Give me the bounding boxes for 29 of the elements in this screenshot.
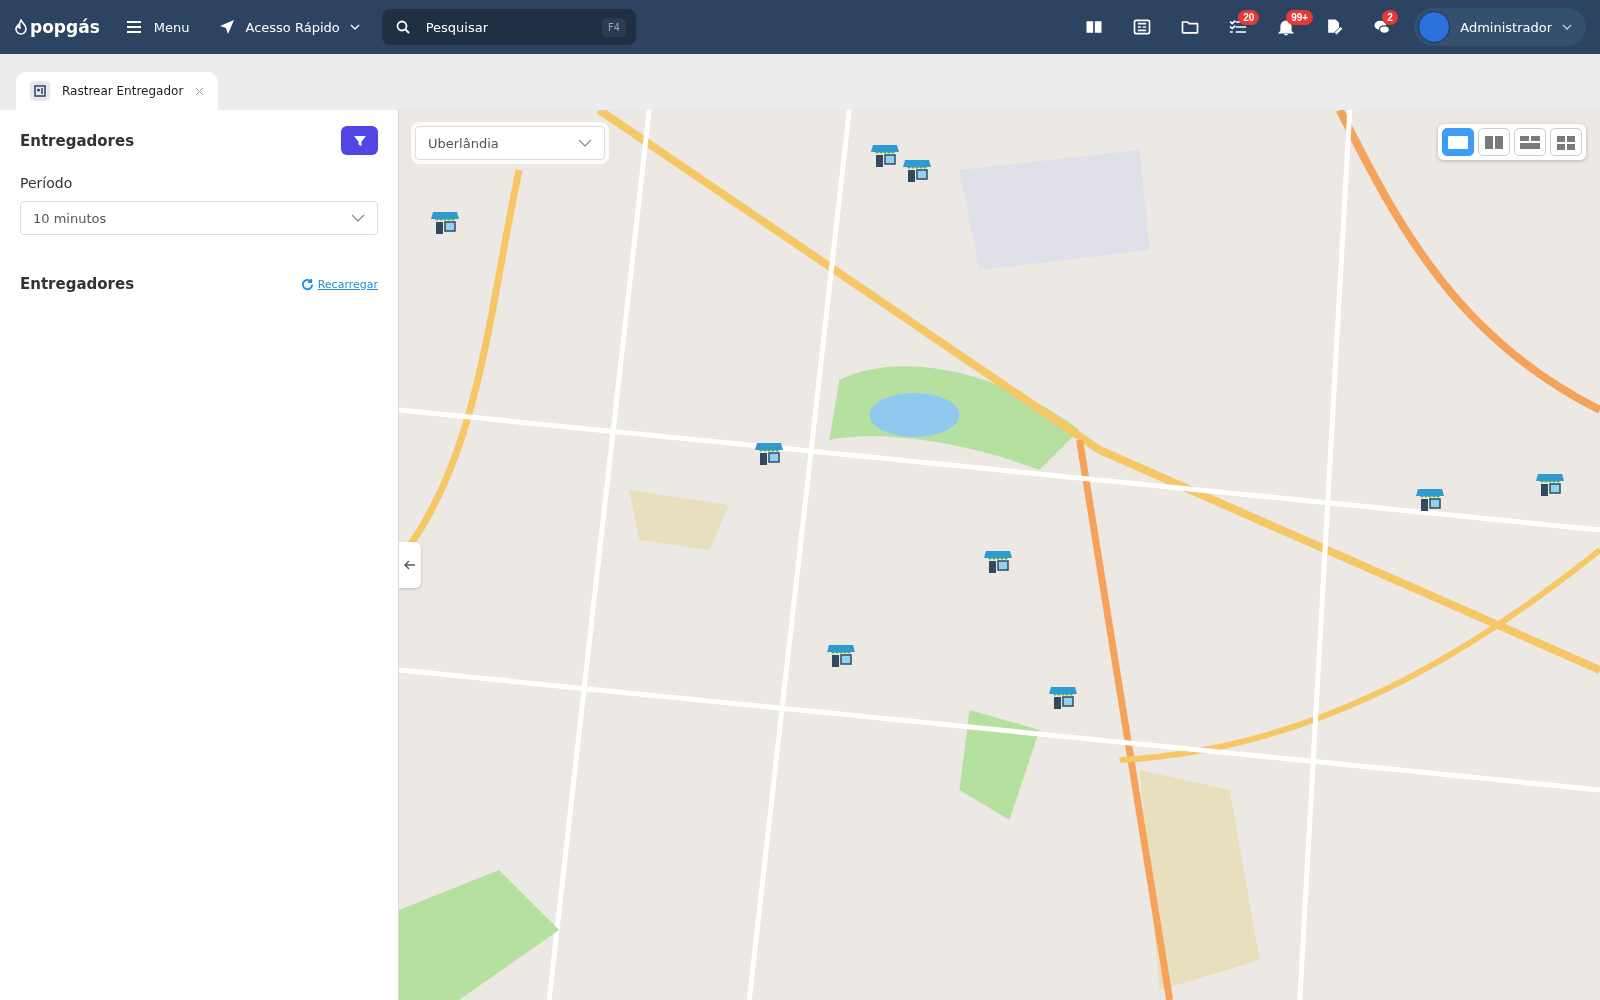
reload-link[interactable]: Recarregar	[300, 277, 378, 291]
filter-button[interactable]	[341, 126, 378, 155]
count-badge: 2	[1382, 10, 1398, 25]
quick-access-button[interactable]: Acesso Rápido	[219, 19, 360, 35]
period-dropdown[interactable]: 10 minutos	[20, 201, 378, 235]
search-field[interactable]: Pesquisar	[423, 18, 588, 36]
flame-icon	[14, 19, 28, 35]
arrow-left-icon[interactable]	[404, 560, 416, 570]
filter-icon[interactable]	[352, 133, 367, 148]
menu-button[interactable]: Menu	[125, 19, 190, 35]
menu-icon[interactable]	[125, 20, 142, 34]
reload-icon[interactable]	[300, 277, 314, 291]
brand-logo: popgás	[30, 17, 100, 37]
news-icon[interactable]	[1132, 17, 1153, 37]
chevron-icon[interactable]	[1562, 24, 1572, 30]
search-icon[interactable]	[395, 20, 410, 34]
search-bar[interactable]: Pesquisar F4	[381, 9, 636, 45]
panel-title: Entregadores	[20, 131, 135, 150]
field-label: Período	[20, 175, 74, 191]
user-menu[interactable]: Administrador	[1414, 8, 1586, 46]
count-badge: 99+	[1286, 10, 1314, 25]
count-badge: 20	[1238, 10, 1260, 25]
tab[interactable]: Rastrear Entregador	[16, 72, 219, 110]
collapse-button[interactable]	[399, 542, 421, 588]
close-icon[interactable]	[195, 86, 205, 96]
section-title: Entregadores	[20, 275, 135, 293]
paper-plane-icon[interactable]	[219, 19, 236, 35]
tab-icon	[30, 81, 50, 101]
shortcut-key: F4	[601, 17, 626, 37]
